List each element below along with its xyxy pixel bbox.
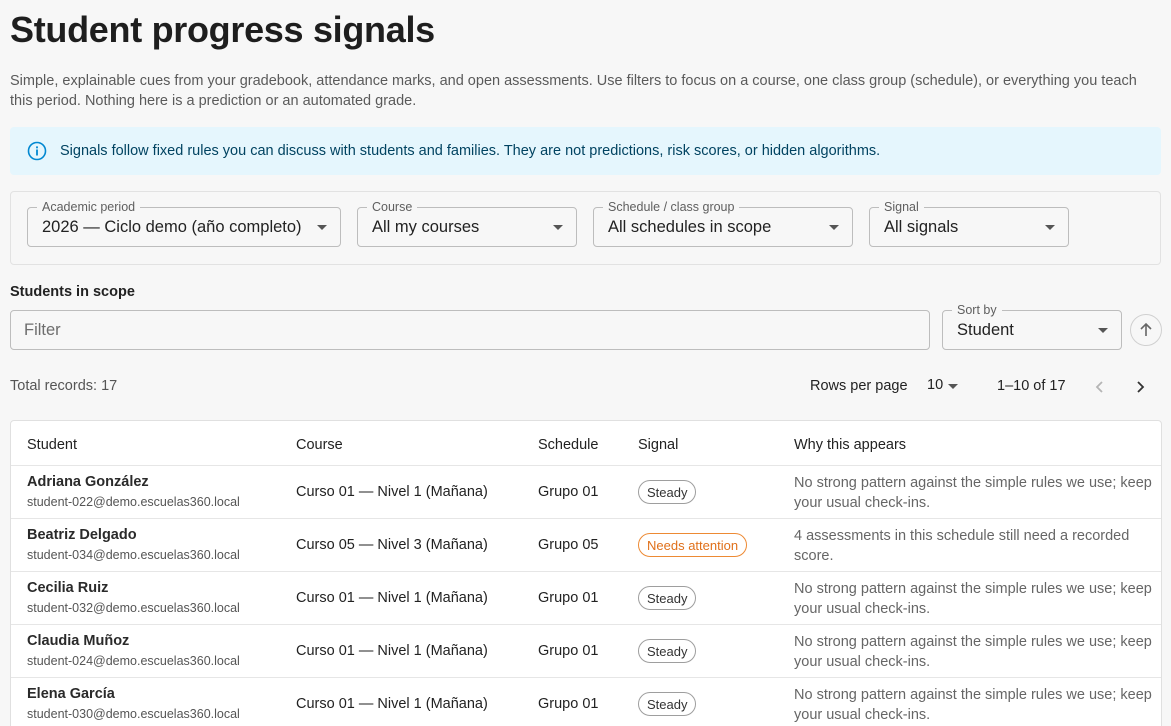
schedule-cell: Grupo 01 — [538, 590, 599, 606]
info-icon — [26, 140, 48, 162]
chevron-down-icon — [829, 225, 839, 230]
student-email: student-034@demo.escuelas360.local — [27, 548, 240, 562]
student-name: Elena García — [27, 686, 115, 702]
signal-value: All signals — [884, 218, 959, 236]
student-email: student-022@demo.escuelas360.local — [27, 495, 240, 509]
signal-badge: Needs attention — [638, 533, 748, 557]
student-email: student-024@demo.escuelas360.local — [27, 654, 240, 668]
why-cell: No strong pattern against the simple rul… — [794, 634, 1152, 670]
why-cell: No strong pattern against the simple rul… — [794, 581, 1152, 617]
chevron-down-icon — [948, 384, 958, 389]
total-records: Total records: 17 — [10, 378, 118, 394]
schedule-cell: Grupo 01 — [538, 696, 599, 712]
signal-badge: Steady — [638, 692, 697, 716]
info-banner-text: Signals follow fixed rules you can discu… — [60, 143, 881, 159]
why-cell: 4 assessments in this schedule still nee… — [794, 528, 1130, 564]
course-cell: Curso 01 — Nivel 1 (Mañana) — [296, 590, 488, 606]
pagination-bar: Total records: 17 Rows per page 10 1–10 … — [10, 368, 1161, 408]
signal-badge: Steady — [638, 586, 697, 610]
table-header: Student Course Schedule Signal Why this … — [11, 421, 1161, 466]
next-page-button[interactable] — [1129, 376, 1151, 398]
column-header-schedule[interactable]: Schedule — [538, 437, 598, 453]
schedule-cell: Grupo 01 — [538, 484, 599, 500]
student-name: Cecilia Ruiz — [27, 580, 109, 596]
chevron-down-icon — [1098, 328, 1108, 333]
chevron-right-icon — [1137, 381, 1145, 393]
course-select[interactable]: Course All my courses — [357, 199, 577, 247]
student-name: Adriana González — [27, 474, 149, 490]
table-row[interactable]: Claudia Muñoz student-024@demo.escuelas3… — [11, 625, 1161, 678]
course-label: Course — [367, 199, 418, 215]
sort-by-select[interactable]: Sort by Student — [942, 302, 1122, 350]
page-subtitle: Simple, explainable cues from your grade… — [10, 73, 1137, 109]
schedule-label: Schedule / class group — [603, 199, 740, 215]
why-cell: No strong pattern against the simple rul… — [794, 687, 1152, 723]
column-header-why: Why this appears — [794, 437, 907, 453]
student-filter-input[interactable] — [10, 310, 930, 350]
schedule-cell: Grupo 05 — [538, 537, 599, 553]
signal-badge: Steady — [638, 480, 697, 504]
chevron-down-icon — [317, 225, 327, 230]
filter-panel: Academic period 2026 — Ciclo demo (año c… — [10, 191, 1161, 265]
previous-page-button[interactable] — [1089, 376, 1111, 398]
page-range: 1–10 of 17 — [997, 378, 1066, 394]
academic-period-select[interactable]: Academic period 2026 — Ciclo demo (año c… — [27, 199, 341, 247]
column-header-student[interactable]: Student — [27, 437, 77, 453]
schedule-value: All schedules in scope — [608, 218, 772, 236]
why-cell: No strong pattern against the simple rul… — [794, 475, 1152, 511]
table-row[interactable]: Cecilia Ruiz student-032@demo.escuelas36… — [11, 572, 1161, 625]
schedule-select[interactable]: Schedule / class group All schedules in … — [593, 199, 853, 247]
academic-period-label: Academic period — [37, 199, 141, 215]
sort-by-label: Sort by — [952, 302, 1002, 318]
signal-badge: Steady — [638, 639, 697, 663]
table-row[interactable]: Beatriz Delgado student-034@demo.escuela… — [11, 519, 1161, 572]
course-cell: Curso 05 — Nivel 3 (Mañana) — [296, 537, 488, 553]
student-name: Beatriz Delgado — [27, 527, 137, 543]
table-row[interactable]: Adriana González student-022@demo.escuel… — [11, 466, 1161, 519]
column-header-signal[interactable]: Signal — [638, 437, 678, 453]
rows-per-page-label: Rows per page — [810, 378, 908, 394]
page: Student progress signals Simple, explain… — [0, 0, 1171, 726]
page-title: Student progress signals — [10, 9, 435, 50]
student-email: student-032@demo.escuelas360.local — [27, 601, 240, 615]
arrow-up-icon — [1140, 322, 1152, 336]
chevron-down-icon — [553, 225, 563, 230]
course-value: All my courses — [372, 218, 480, 236]
students-toolbar: Sort by Student — [10, 302, 1162, 358]
student-name: Claudia Muñoz — [27, 633, 130, 649]
signal-label: Signal — [879, 199, 924, 215]
info-banner: Signals follow fixed rules you can discu… — [10, 127, 1161, 175]
schedule-cell: Grupo 01 — [538, 643, 599, 659]
academic-period-value: 2026 — Ciclo demo (año completo) — [42, 218, 302, 236]
rows-per-page-select[interactable]: 10 — [927, 377, 943, 393]
table-row[interactable]: Elena García student-030@demo.escuelas36… — [11, 678, 1161, 726]
students-table: Student Course Schedule Signal Why this … — [10, 420, 1162, 726]
students-in-scope-heading: Students in scope — [10, 284, 135, 300]
chevron-down-icon — [1045, 225, 1055, 230]
chevron-left-icon — [1095, 381, 1103, 393]
course-cell: Curso 01 — Nivel 1 (Mañana) — [296, 484, 488, 500]
student-email: student-030@demo.escuelas360.local — [27, 707, 240, 721]
sort-by-value: Student — [957, 321, 1014, 339]
column-header-course[interactable]: Course — [296, 437, 343, 453]
course-cell: Curso 01 — Nivel 1 (Mañana) — [296, 643, 488, 659]
course-cell: Curso 01 — Nivel 1 (Mañana) — [296, 696, 488, 712]
sort-direction-button[interactable] — [1130, 314, 1162, 346]
signal-select[interactable]: Signal All signals — [869, 199, 1069, 247]
